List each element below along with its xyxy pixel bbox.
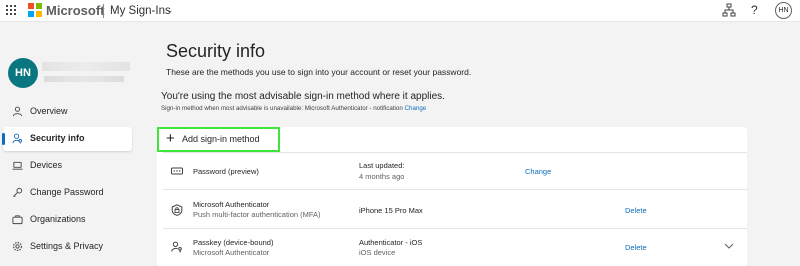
method-name: Password (preview) (193, 167, 259, 176)
method-name: Microsoft Authenticator (193, 200, 270, 209)
person-key-icon (12, 133, 22, 144)
sidebar-item-label: Overview (30, 106, 68, 116)
sidebar-item-label: Settings & Privacy (30, 241, 104, 251)
app-launcher-icon[interactable] (6, 5, 16, 15)
sidebar-item-label: Devices (30, 160, 63, 170)
help-icon[interactable]: ? (751, 3, 758, 17)
authenticator-lock-icon (171, 204, 183, 216)
sidebar-item-settings-privacy[interactable]: Settings & Privacy (3, 235, 132, 259)
active-indicator (2, 133, 5, 145)
chevron-down-icon[interactable]: ⌄ (166, 5, 174, 16)
divider (103, 4, 104, 18)
organization-icon[interactable] (722, 3, 736, 17)
person-icon (12, 106, 23, 117)
method-detail: Last updated: (359, 161, 405, 170)
sidebar-item-label: Security info (30, 133, 85, 143)
page-subtitle: These are the methods you use to sign in… (166, 67, 472, 77)
method-description: Push multi-factor authentication (MFA) (193, 210, 321, 219)
delete-authenticator-button[interactable]: Delete (625, 206, 647, 215)
method-detail-secondary: 4 months ago (359, 172, 405, 181)
chevron-down-icon[interactable] (724, 242, 734, 250)
user-avatar-button[interactable]: HN (775, 2, 792, 19)
method-description: Microsoft Authenticator (193, 248, 270, 257)
page-title: Security info (166, 41, 266, 61)
add-sign-in-method-button[interactable] (157, 127, 280, 152)
sidebar-item-label: Organizations (30, 214, 86, 224)
delete-passkey-button[interactable]: Delete (625, 243, 647, 252)
microsoft-logo (28, 3, 42, 17)
advice-subtext: Sign-in method when most advisable is un… (161, 105, 426, 112)
divider (163, 228, 747, 229)
change-default-method-link[interactable]: Change (405, 105, 427, 112)
sidebar-item-organizations[interactable]: Organizations (3, 208, 132, 232)
passkey-icon (171, 241, 182, 253)
method-detail-secondary: iOS device (359, 248, 396, 257)
sidebar-item-change-password[interactable]: Change Password (3, 181, 132, 205)
method-detail: iPhone 15 Pro Max (359, 206, 423, 215)
top-bar: Microsoft My Sign-Ins ⌄ ? HN (0, 0, 800, 22)
change-password-button[interactable]: Change (525, 167, 551, 176)
brand-name: Microsoft (46, 3, 105, 18)
divider (163, 189, 747, 190)
password-icon (171, 167, 183, 175)
advice-heading: You're using the most advisable sign-in … (161, 91, 445, 102)
briefcase-icon (12, 215, 23, 225)
advice-subtext-label: Sign-in method when most advisable is un… (161, 105, 403, 112)
sidebar-item-overview[interactable]: Overview (3, 100, 132, 124)
redacted-user-name (42, 62, 130, 71)
avatar: HN (8, 58, 38, 88)
method-detail: Authenticator - iOS (359, 238, 423, 247)
sidebar-item-label: Change Password (30, 187, 104, 197)
gear-icon (13, 242, 22, 251)
sidebar-item-security-info[interactable]: Security info (2, 127, 132, 151)
key-icon (13, 187, 23, 198)
app-name[interactable]: My Sign-Ins (110, 5, 171, 17)
laptop-icon (12, 161, 23, 170)
method-name: Passkey (device-bound) (193, 238, 274, 247)
divider (163, 152, 747, 153)
sidebar-item-devices[interactable]: Devices (3, 154, 132, 178)
redacted-user-email (44, 76, 124, 82)
